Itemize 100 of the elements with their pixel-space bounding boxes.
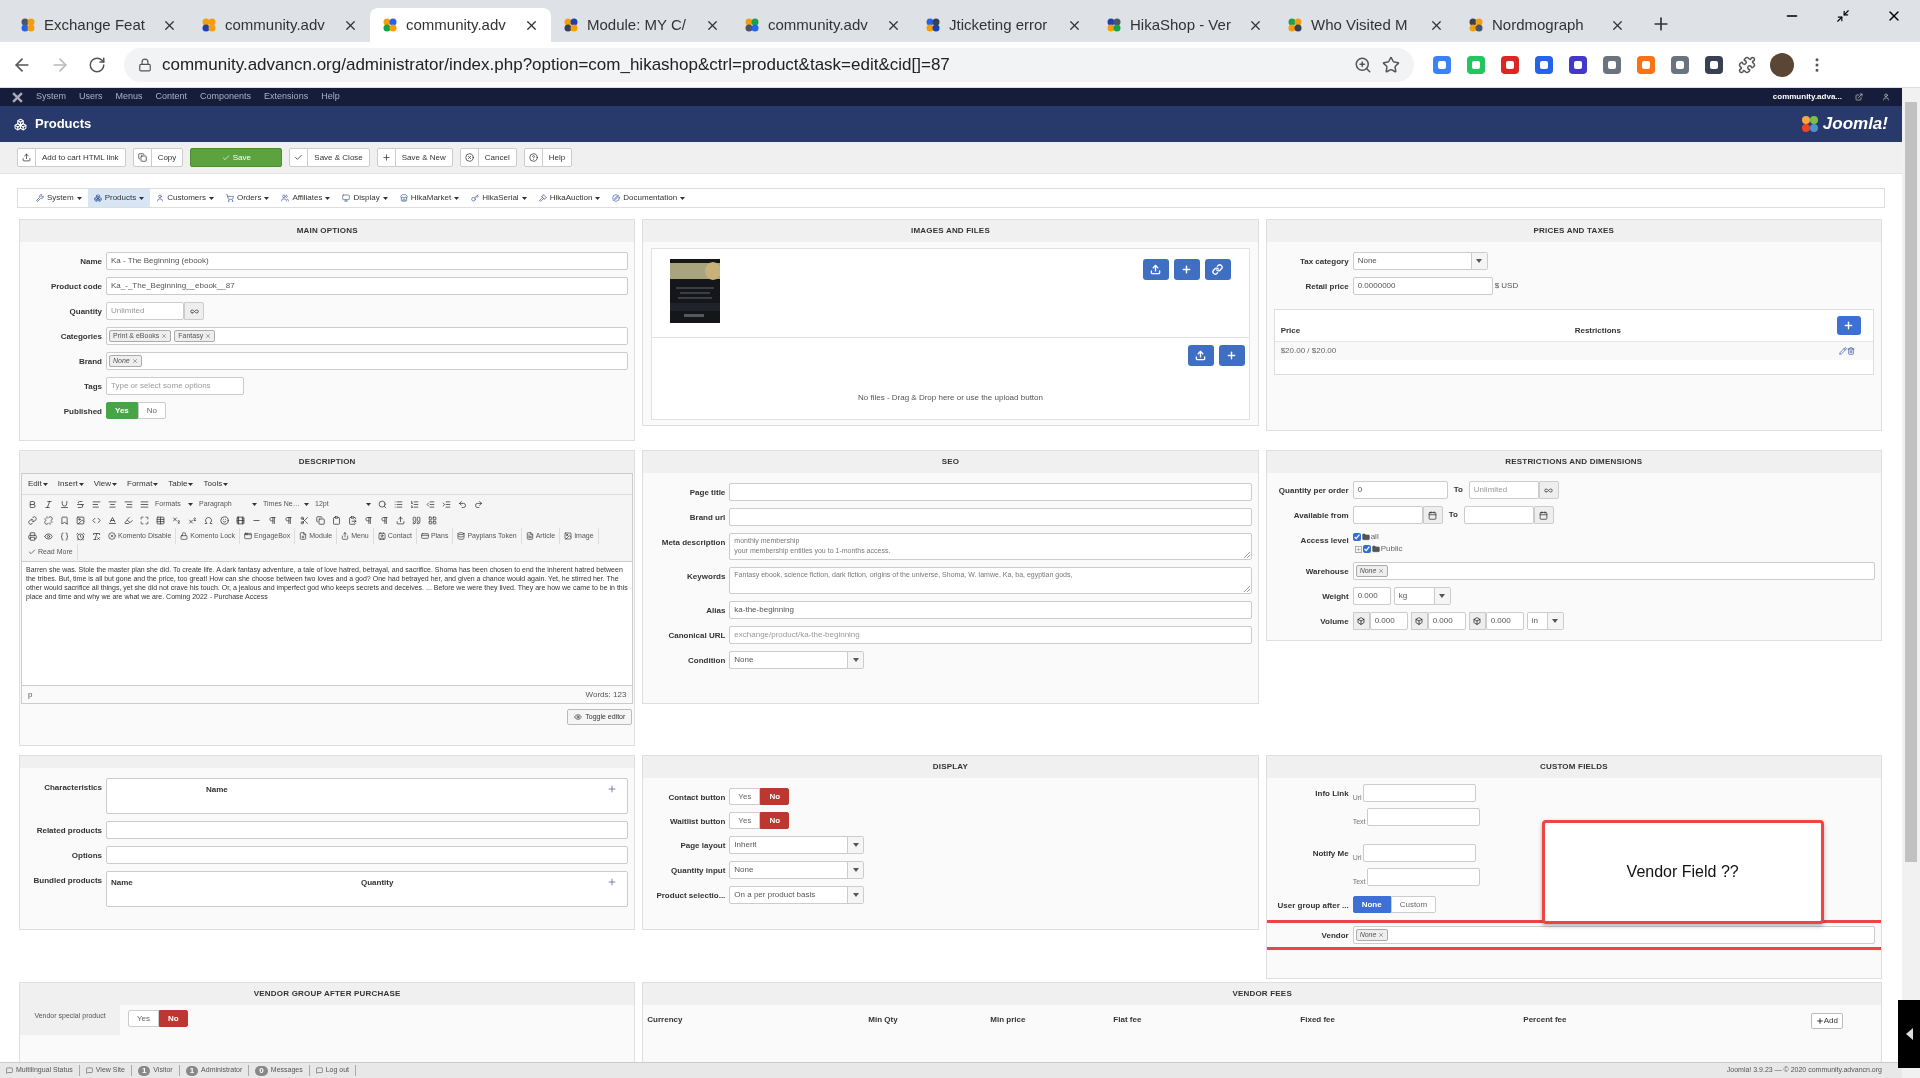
text-field[interactable]: [729, 483, 1252, 501]
calendar-button[interactable]: [1422, 506, 1443, 524]
puzzle-icon[interactable]: [1738, 55, 1756, 74]
toolbar-button[interactable]: Copy: [132, 148, 184, 167]
toolbar-button[interactable]: Add to cart HTML link: [17, 148, 126, 167]
editor-menu[interactable]: Edit: [28, 478, 48, 490]
text-field[interactable]: [106, 821, 629, 839]
date-field[interactable]: [1463, 506, 1534, 524]
checkbox[interactable]: [1352, 533, 1361, 541]
submenu-item[interactable]: HikaSerial: [465, 189, 533, 207]
text-field[interactable]: 0.0000000: [1352, 277, 1493, 295]
submenu-item[interactable]: Products: [87, 189, 151, 207]
browser-tab[interactable]: Exchange Feat: [8, 8, 189, 42]
select-field[interactable]: None: [729, 861, 865, 879]
submenu-item[interactable]: Customers: [150, 189, 220, 207]
extension-icon[interactable]: [1500, 54, 1520, 75]
toggle-option[interactable]: Custom: [1390, 896, 1437, 913]
submenu-item[interactable]: Orders: [219, 189, 276, 207]
text-field[interactable]: [1366, 808, 1480, 826]
browser-tab[interactable]: Jticketing error: [913, 8, 1094, 42]
extension-icon[interactable]: [1670, 54, 1690, 75]
select-field[interactable]: None: [729, 651, 865, 669]
toggle-option[interactable]: Yes: [729, 812, 761, 829]
editor-menu[interactable]: View: [93, 478, 117, 490]
admin-menu-item[interactable]: Help: [321, 90, 340, 104]
admin-menu-item[interactable]: Users: [79, 90, 103, 104]
upload-button[interactable]: [1142, 259, 1169, 280]
add-button[interactable]: [1218, 345, 1245, 366]
toolbar-button[interactable]: Save & New: [376, 148, 453, 167]
editor-menu[interactable]: Format: [127, 478, 159, 490]
editor-menu[interactable]: Table: [168, 478, 194, 490]
edit-icon[interactable]: [1839, 347, 1847, 355]
toolbar-button[interactable]: Save & Close: [289, 148, 370, 167]
extension-icon[interactable]: [1704, 54, 1724, 75]
submenu-item[interactable]: HikaAuction: [532, 189, 607, 207]
extension-icon[interactable]: [1534, 54, 1554, 75]
add-icon[interactable]: [607, 784, 618, 794]
text-field[interactable]: 0.000: [1427, 612, 1466, 630]
text-field[interactable]: [729, 508, 1252, 526]
date-field[interactable]: [1352, 506, 1423, 524]
avatar[interactable]: [1770, 52, 1794, 77]
editor-menu[interactable]: Insert: [57, 478, 84, 490]
text-field[interactable]: [1366, 868, 1480, 886]
toggle-option[interactable]: No: [137, 402, 167, 419]
calendar-button[interactable]: [1533, 506, 1554, 524]
remove-icon[interactable]: [205, 333, 212, 339]
text-field[interactable]: 0.000: [1485, 612, 1524, 630]
text-field[interactable]: ka-the-beginning: [729, 601, 1252, 619]
remove-icon[interactable]: [1378, 568, 1385, 574]
submenu-item[interactable]: Display: [336, 189, 394, 207]
add-fee-button[interactable]: Add: [1810, 1013, 1843, 1029]
side-panel-tab[interactable]: [1898, 1000, 1920, 1068]
browser-tab[interactable]: Who Visited M: [1275, 8, 1456, 42]
toolbar-button[interactable]: Cancel: [459, 148, 517, 167]
browser-tab[interactable]: community.adv: [370, 8, 551, 42]
upload-button[interactable]: [1187, 345, 1214, 366]
bookmark-star-icon[interactable]: [1382, 55, 1400, 74]
restore-icon[interactable]: [1836, 9, 1850, 23]
submenu-item[interactable]: HikaMarket: [393, 189, 466, 207]
text-field[interactable]: [1362, 844, 1476, 862]
infinity-button[interactable]: [1538, 481, 1559, 499]
toolbar-button[interactable]: Help: [523, 148, 573, 167]
checkbox[interactable]: [1362, 545, 1371, 553]
zoom-icon[interactable]: [1354, 55, 1372, 74]
address-bar[interactable]: community.advancn.org/administrator/index.php?option=com_hikashop&ctrl=product&task=edit&cid[]=87: [124, 47, 1414, 82]
admin-menu-item[interactable]: System: [36, 90, 66, 104]
admin-menu-item[interactable]: Content: [155, 90, 188, 104]
toggle-option[interactable]: None: [1352, 896, 1391, 913]
select-field[interactable]: kg: [1393, 587, 1451, 605]
toggle-option[interactable]: Yes: [729, 788, 761, 805]
admin-menu-item[interactable]: Components: [200, 90, 252, 104]
external-link-icon[interactable]: [1855, 93, 1863, 101]
select-field[interactable]: None: [1352, 252, 1488, 270]
delete-icon[interactable]: [1847, 347, 1855, 355]
browser-tab[interactable]: HikaShop - Ver: [1094, 8, 1275, 42]
toggle-option[interactable]: Yes: [128, 1010, 160, 1027]
select-field[interactable]: On a per product basis: [729, 886, 865, 904]
user-icon[interactable]: [1882, 93, 1890, 101]
remove-icon[interactable]: [1378, 932, 1385, 938]
select-field[interactable]: Inherit: [729, 836, 865, 854]
browser-tab[interactable]: Nordmograph: [1456, 8, 1637, 42]
remove-icon[interactable]: [161, 333, 168, 339]
extension-icon[interactable]: [1602, 54, 1622, 75]
add-icon[interactable]: [607, 877, 618, 887]
text-field[interactable]: [106, 846, 629, 864]
add-price-button[interactable]: [1837, 316, 1861, 335]
text-field[interactable]: [1362, 784, 1476, 802]
add-button[interactable]: [1173, 259, 1200, 280]
infinity-button[interactable]: [184, 302, 204, 320]
admin-menu-item[interactable]: Extensions: [264, 90, 309, 104]
editor-menu[interactable]: Tools: [203, 478, 229, 490]
link-button[interactable]: [1204, 259, 1231, 280]
browser-tab[interactable]: community.adv: [732, 8, 913, 42]
text-field[interactable]: 0: [1352, 481, 1448, 499]
toggle-option[interactable]: No: [760, 788, 790, 805]
browser-tab[interactable]: community.adv: [189, 8, 370, 42]
submenu-item[interactable]: System: [30, 189, 88, 207]
remove-icon[interactable]: [131, 358, 138, 364]
text-field[interactable]: Ka - The Beginning (ebook): [106, 252, 629, 270]
reload-icon[interactable]: [88, 55, 106, 74]
